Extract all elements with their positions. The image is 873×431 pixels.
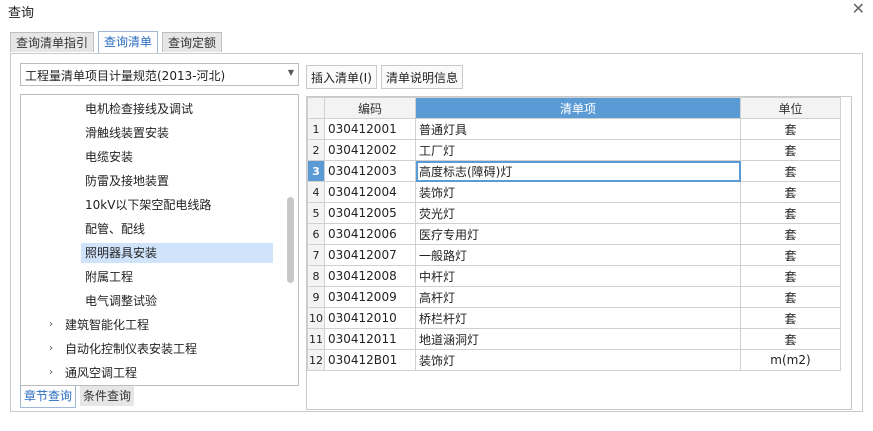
row-number-cell[interactable]: 6	[307, 223, 325, 245]
bill-table: 编码 清单项 单位 1 030412001 普通灯具套 2 030412002 工厂灯套 3…	[306, 96, 852, 410]
row-number-cell[interactable]: 3	[307, 160, 325, 182]
code-cell[interactable]: 030412B01	[324, 349, 416, 371]
unit-cell[interactable]: 套	[740, 265, 841, 287]
code-cell[interactable]: 030412010	[324, 307, 416, 329]
code-cell[interactable]: 030412003	[324, 160, 416, 182]
window-titlebar: 查询 ✕	[0, 0, 873, 22]
table-row[interactable]: 4 030412004 装饰灯套	[307, 181, 841, 203]
window-title: 查询	[8, 6, 35, 21]
column-header-item[interactable]: 清单项	[415, 97, 741, 119]
code-cell[interactable]: 030412006	[324, 223, 416, 245]
unit-cell[interactable]: 套	[740, 118, 841, 140]
row-number-cell[interactable]: 4	[307, 181, 325, 203]
tree-item[interactable]: 电缆安装	[81, 147, 273, 167]
tab-quota-query[interactable]: 查询定额	[162, 32, 223, 52]
column-header-code[interactable]: 编码	[324, 97, 416, 119]
tree-item[interactable]: 电气调整试验	[81, 291, 273, 311]
item-name-cell[interactable]: 桥栏杆灯	[415, 307, 741, 329]
unit-cell[interactable]: m(m2)	[740, 349, 841, 371]
item-name-cell[interactable]: 普通灯具	[415, 118, 741, 140]
unit-cell[interactable]: 套	[740, 307, 841, 329]
unit-cell[interactable]: 套	[740, 160, 841, 182]
tab-condition-query[interactable]: 条件查询	[80, 386, 135, 406]
table-row[interactable]: 12 030412B01 装饰灯 m(m2)	[307, 349, 841, 371]
chevron-right-icon[interactable]: ›	[49, 315, 53, 335]
code-cell[interactable]: 030412011	[324, 328, 416, 350]
table-row[interactable]: 11 030412011 地道涵洞灯套	[307, 328, 841, 350]
standard-select-value: 工程量清单项目计量规范(2013-河北)	[25, 69, 226, 83]
chevron-right-icon[interactable]: ›	[49, 363, 53, 383]
tree-item[interactable]: 通风空调工程	[65, 363, 137, 383]
item-name-cell[interactable]: 中杆灯	[415, 265, 741, 287]
tree-item[interactable]: 配管、配线	[81, 219, 273, 239]
unit-cell[interactable]: 套	[740, 223, 841, 245]
row-number-cell[interactable]: 10	[307, 307, 325, 329]
table-row[interactable]: 9 030412009 高杆灯套	[307, 286, 841, 308]
table-row[interactable]: 1 030412001 普通灯具套	[307, 118, 841, 140]
tree-item[interactable]: 建筑智能化工程	[65, 315, 149, 335]
column-header-unit[interactable]: 单位	[740, 97, 841, 119]
item-name-cell[interactable]: 工厂灯	[415, 139, 741, 161]
standard-select[interactable]: 工程量清单项目计量规范(2013-河北) ▼	[20, 63, 299, 86]
tree-scrollbar-thumb[interactable]	[287, 197, 294, 283]
chapter-tree: 电机检查接线及调试 滑触线装置安装 电缆安装防雷及接地装置 10kV以下架空配电线路配…	[20, 94, 299, 386]
row-number-header	[307, 97, 325, 119]
unit-cell[interactable]: 套	[740, 202, 841, 224]
unit-cell[interactable]: 套	[740, 286, 841, 308]
row-number-cell[interactable]: 8	[307, 265, 325, 287]
row-number-cell[interactable]: 7	[307, 244, 325, 266]
table-header-row: 编码 清单项 单位	[307, 97, 841, 119]
tree-item[interactable]: 照明器具安装	[81, 243, 273, 263]
chevron-right-icon[interactable]: ›	[49, 339, 53, 359]
item-name-cell[interactable]: 地道涵洞灯	[415, 328, 741, 350]
code-cell[interactable]: 030412009	[324, 286, 416, 308]
tab-chapter-query[interactable]: 章节查询	[20, 386, 77, 408]
chevron-down-icon[interactable]: ▼	[288, 68, 294, 77]
tree-item[interactable]: 10kV以下架空配电线路	[81, 195, 273, 215]
table-row[interactable]: 2 030412002 工厂灯套	[307, 139, 841, 161]
unit-cell[interactable]: 套	[740, 328, 841, 350]
item-name-cell[interactable]: 装饰灯	[415, 349, 741, 371]
row-number-cell[interactable]: 12	[307, 349, 325, 371]
table-row[interactable]: 3 030412003 高度标志(障碍)灯套	[307, 160, 841, 182]
table-row[interactable]: 7 030412007 一般路灯套	[307, 244, 841, 266]
tree-item[interactable]: 自动化控制仪表安装工程	[65, 339, 197, 359]
row-number-cell[interactable]: 1	[307, 118, 325, 140]
unit-cell[interactable]: 套	[740, 181, 841, 203]
bill-table-grid: 编码 清单项 单位 1 030412001 普通灯具套 2 030412002 工厂灯套 3…	[307, 97, 841, 371]
row-number-cell[interactable]: 11	[307, 328, 325, 350]
item-name-cell[interactable]: 医疗专用灯	[415, 223, 741, 245]
table-row[interactable]: 10 030412010 桥栏杆灯套	[307, 307, 841, 329]
item-name-cell[interactable]: 高杆灯	[415, 286, 741, 308]
row-number-cell[interactable]: 2	[307, 139, 325, 161]
tree-item[interactable]: 防雷及接地装置	[81, 171, 273, 191]
tree-item[interactable]: 附属工程	[81, 267, 273, 287]
code-cell[interactable]: 030412008	[324, 265, 416, 287]
code-cell[interactable]: 030412004	[324, 181, 416, 203]
item-name-cell[interactable]: 高度标志(障碍)灯	[415, 160, 741, 182]
tree-item[interactable]: 滑触线装置安装	[81, 123, 273, 143]
code-cell[interactable]: 030412002	[324, 139, 416, 161]
table-row[interactable]: 8 030412008 中杆灯套	[307, 265, 841, 287]
row-number-cell[interactable]: 5	[307, 202, 325, 224]
code-cell[interactable]: 030412001	[324, 118, 416, 140]
tab-bill-guide[interactable]: 查询清单指引	[10, 32, 95, 52]
table-row[interactable]: 6 030412006 医疗专用灯套	[307, 223, 841, 245]
code-cell[interactable]: 030412005	[324, 202, 416, 224]
item-name-cell[interactable]: 一般路灯	[415, 244, 741, 266]
code-cell[interactable]: 030412007	[324, 244, 416, 266]
tree-item[interactable]: 电机检查接线及调试	[81, 99, 273, 119]
tab-bill-query[interactable]: 查询清单	[98, 31, 159, 53]
unit-cell[interactable]: 套	[740, 244, 841, 266]
unit-cell[interactable]: 套	[740, 139, 841, 161]
table-row[interactable]: 5 030412005 荧光灯套	[307, 202, 841, 224]
row-number-cell[interactable]: 9	[307, 286, 325, 308]
item-name-cell[interactable]: 荧光灯	[415, 202, 741, 224]
item-name-cell[interactable]: 装饰灯	[415, 181, 741, 203]
close-icon[interactable]: ✕	[852, 0, 865, 18]
bill-info-button[interactable]: 清单说明信息	[381, 65, 464, 89]
insert-bill-button[interactable]: 插入清单(I)	[306, 65, 377, 89]
